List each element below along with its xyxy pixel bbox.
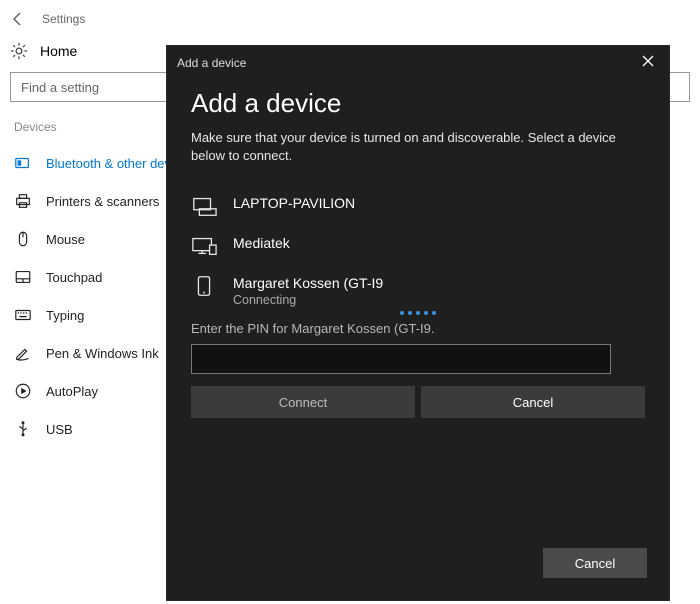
gear-icon <box>10 42 28 60</box>
sidebar-item-label: Mouse <box>46 232 85 247</box>
dialog-cancel-button[interactable]: Cancel <box>543 548 647 578</box>
printer-icon <box>14 192 32 210</box>
sidebar-item-label: Touchpad <box>46 270 102 285</box>
device-name: Mediatek <box>233 235 290 251</box>
touchpad-icon <box>14 268 32 286</box>
device-status: Connecting <box>233 293 383 307</box>
dialog-heading: Add a device <box>191 88 645 119</box>
pin-prompt: Enter the PIN for Margaret Kossen (GT-I9… <box>191 321 645 336</box>
sidebar-item-label: USB <box>46 422 73 437</box>
phone-icon <box>191 275 217 297</box>
mouse-icon <box>14 230 32 248</box>
add-device-dialog: Add a device Add a device Make sure that… <box>166 45 670 601</box>
pen-icon <box>14 344 32 362</box>
usb-icon <box>14 420 32 438</box>
sidebar-item-label: Bluetooth & other dev <box>46 156 171 171</box>
topbar: Settings <box>0 0 700 38</box>
home-label: Home <box>40 43 77 59</box>
topbar-title: Settings <box>42 12 85 26</box>
dialog-titlebar: Add a device <box>167 46 669 76</box>
close-icon[interactable] <box>641 54 659 72</box>
sidebar-item-label: AutoPlay <box>46 384 98 399</box>
device-item[interactable]: Mediatek <box>191 223 645 263</box>
laptop-icon <box>191 195 217 217</box>
device-item[interactable]: LAPTOP-PAVILION <box>191 183 645 223</box>
keyboard-icon <box>14 306 32 324</box>
pin-input[interactable] <box>191 344 611 374</box>
device-name: Margaret Kossen (GT-I9 <box>233 275 383 291</box>
sidebar-item-label: Printers & scanners <box>46 194 159 209</box>
sidebar-item-label: Typing <box>46 308 84 323</box>
dialog-subtext: Make sure that your device is turned on … <box>191 129 645 165</box>
sidebar-item-label: Pen & Windows Ink <box>46 346 159 361</box>
back-icon[interactable] <box>10 11 28 27</box>
dialog-titlebar-text: Add a device <box>177 56 246 70</box>
connect-button[interactable]: Connect <box>191 386 415 418</box>
device-name: LAPTOP-PAVILION <box>233 195 355 211</box>
display-icon <box>191 235 217 257</box>
bluetooth-icon <box>14 154 32 172</box>
device-item-connecting[interactable]: Margaret Kossen (GT-I9 Connecting <box>191 263 645 313</box>
progress-dots-icon <box>191 311 645 315</box>
cancel-button[interactable]: Cancel <box>421 386 645 418</box>
autoplay-icon <box>14 382 32 400</box>
